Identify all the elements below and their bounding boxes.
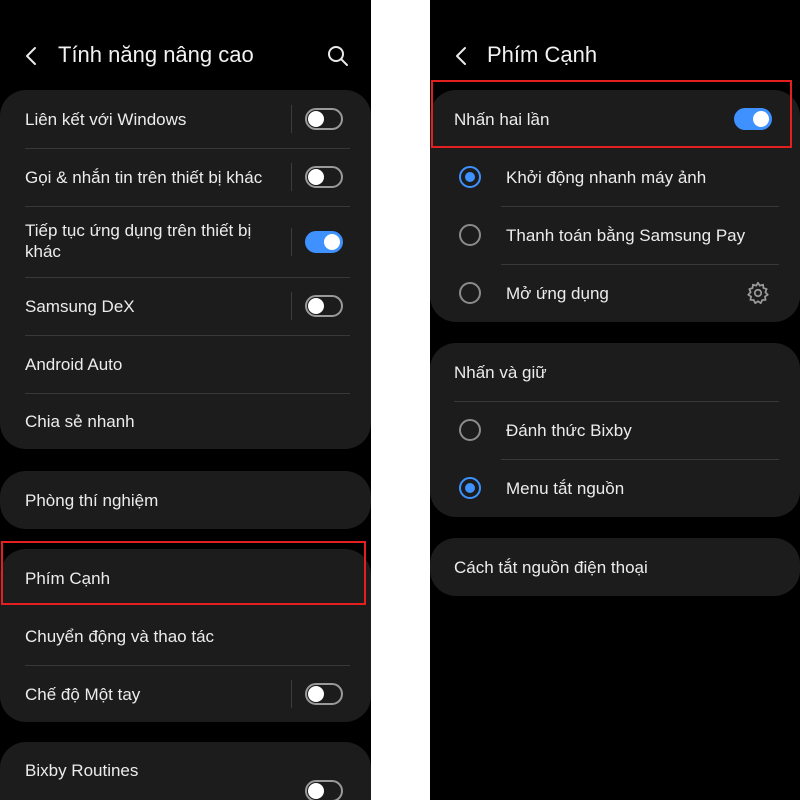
call-text-other-devices-row[interactable]: Gọi & nhắn tin trên thiết bị khác (0, 148, 371, 206)
one-handed-mode-row[interactable]: Chế độ Một tay (0, 665, 371, 722)
search-icon[interactable] (326, 44, 350, 68)
labs-card[interactable]: Phòng thí nghiệm (0, 471, 371, 529)
row-label: Samsung DeX (25, 297, 135, 316)
call-text-toggle[interactable] (305, 166, 343, 188)
row-label: Khởi động nhanh máy ảnh (506, 168, 707, 187)
row-label: Android Auto (25, 355, 123, 374)
page-title: Tính năng nâng cao (58, 42, 254, 67)
row-label: Chế độ Một tay (25, 685, 141, 704)
advanced-features-screen: Tính năng nâng cao Liên kết với Windows … (0, 0, 371, 800)
row-label: Bixby Routines (25, 761, 139, 780)
link-to-windows-row[interactable]: Liên kết với Windows (0, 90, 371, 148)
radio-samsung-pay[interactable] (459, 224, 481, 246)
labs-label: Phòng thí nghiệm (25, 491, 159, 510)
row-label: Gọi & nhắn tin trên thiết bị khác (25, 168, 263, 187)
separator (291, 105, 292, 133)
radio-power-menu[interactable] (459, 477, 481, 499)
press-hold-card: Nhấn và giữ Đánh thức Bixby Menu tắt ngu… (430, 343, 800, 517)
bixby-routines-toggle[interactable] (305, 780, 343, 800)
separator (291, 292, 292, 320)
press-hold-header: Nhấn và giữ (430, 343, 800, 401)
bixby-routines-row[interactable]: Bixby Routines (0, 742, 371, 800)
row-label: Thanh toán bằng Samsung Pay (506, 226, 746, 245)
separator (291, 228, 292, 256)
continue-apps-row[interactable]: Tiếp tục ứng dụng trên thiết bị khác (0, 206, 371, 277)
continue-apps-toggle[interactable] (305, 231, 343, 253)
link-to-windows-toggle[interactable] (305, 108, 343, 130)
gear-icon[interactable] (745, 280, 771, 306)
radio-open-app[interactable] (459, 282, 481, 304)
option-open-app[interactable]: Mở ứng dụng (430, 264, 800, 322)
row-label: Tiếp tục ứng dụng trên thiết bị khác (25, 221, 252, 261)
side-key-highlight (1, 541, 366, 605)
side-key-screen: Phím Cạnh Nhấn hai lần Khởi động nhanh m… (430, 0, 800, 800)
double-press-highlight (431, 80, 792, 148)
motions-gestures-row[interactable]: Chuyển động và thao tác (0, 607, 371, 665)
android-auto-row[interactable]: Android Auto (0, 335, 371, 393)
row-label: Menu tắt nguồn (506, 479, 625, 498)
row-label: Liên kết với Windows (25, 110, 187, 129)
radio-quick-camera[interactable] (459, 166, 481, 188)
back-arrow-icon[interactable] (450, 44, 474, 68)
page-title: Phím Cạnh (487, 42, 598, 67)
row-label: Mở ứng dụng (506, 284, 609, 303)
row-label: Chuyển động và thao tác (25, 627, 215, 646)
samsung-dex-row[interactable]: Samsung DeX (0, 277, 371, 335)
bixby-card: Bixby Routines (0, 742, 371, 800)
option-samsung-pay[interactable]: Thanh toán bằng Samsung Pay (430, 206, 800, 264)
row-label: Chia sẻ nhanh (25, 412, 135, 431)
separator (291, 680, 292, 708)
back-arrow-icon[interactable] (20, 44, 44, 68)
quick-share-row[interactable]: Chia sẻ nhanh (0, 393, 371, 449)
option-quick-camera[interactable]: Khởi động nhanh máy ảnh (430, 148, 800, 206)
power-off-card[interactable]: Cách tắt nguồn điện thoại (430, 538, 800, 596)
one-handed-mode-toggle[interactable] (305, 683, 343, 705)
connectivity-card: Liên kết với Windows Gọi & nhắn tin trên… (0, 90, 371, 449)
separator (291, 163, 292, 191)
radio-wake-bixby[interactable] (459, 419, 481, 441)
samsung-dex-toggle[interactable] (305, 295, 343, 317)
row-label: Đánh thức Bixby (506, 421, 632, 440)
option-power-menu[interactable]: Menu tắt nguồn (430, 459, 800, 517)
option-wake-bixby[interactable]: Đánh thức Bixby (430, 401, 800, 459)
press-hold-label: Nhấn và giữ (454, 363, 547, 382)
power-off-label: Cách tắt nguồn điện thoại (454, 558, 648, 577)
